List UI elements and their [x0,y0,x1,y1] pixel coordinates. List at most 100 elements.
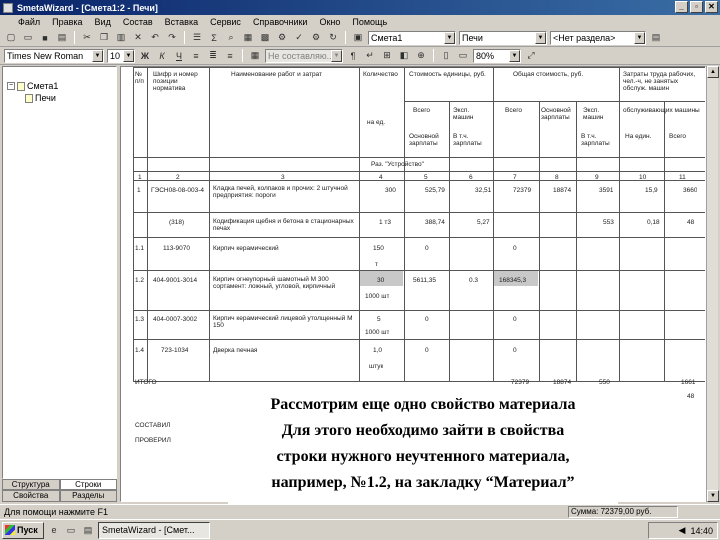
check-icon[interactable]: ✓ [292,31,306,45]
chart-icon[interactable]: ▩ [258,31,272,45]
align-center-icon[interactable]: ≣ [206,49,220,63]
merge-icon[interactable]: ⊞ [380,49,394,63]
undo-icon[interactable]: ↶ [148,31,162,45]
copy-icon[interactable]: ❐ [97,31,111,45]
find-icon[interactable]: ⌕ [224,31,238,45]
speaker-icon[interactable]: ◀ [679,525,686,536]
standard-toolbar: ▢ ▭ ■ ▤ ✂ ❐ ▥ ✕ ↶ ↷ ☰ Σ ⌕ ▦ ▩ ⚙ ✓ ⚙ ↻ ▣ … [0,29,720,47]
desktop-icon[interactable]: ▭ [64,523,78,537]
row-code[interactable]: (318) [169,219,184,226]
row-code[interactable]: 113-9070 [163,245,190,252]
header-sub-incl-wage2: В т.ч. зарплаты [581,133,610,147]
open-icon[interactable]: ▭ [21,31,35,45]
row-code[interactable]: 723-1034 [161,347,188,354]
menu-service[interactable]: Сервис [210,17,241,27]
row-code[interactable]: ГЭСН08-08-003-4 [151,187,209,194]
start-button[interactable]: Пуск [2,521,44,539]
tree-node-section[interactable]: Печи [25,93,56,103]
scroll-down-icon[interactable]: ▼ [707,490,719,502]
calc-icon[interactable]: ▦ [241,31,255,45]
cut-icon[interactable]: ✂ [80,31,94,45]
row-name[interactable]: Кладка печей, колпаков и прочих: 2 штучн… [213,185,357,199]
scroll-up-icon[interactable]: ▲ [707,66,719,78]
align-right-icon[interactable]: ≡ [223,49,237,63]
border-icon[interactable]: ▦ [248,49,262,63]
wrap-icon[interactable]: ↵ [363,49,377,63]
header-sub-machines: Эксп. машин [453,107,474,121]
settings-icon[interactable]: ⚙ [309,31,323,45]
row-name[interactable]: Кодификация щебня и бетона в стационарны… [213,218,357,232]
row-name[interactable]: Кирпич огнеупорный шамотный М 300 сортам… [213,276,357,290]
row-name[interactable]: Кирпич керамический [213,245,357,252]
row-unit: 0 [425,245,429,252]
zoom-icon[interactable]: ⊕ [414,49,428,63]
division-select[interactable]: <Нет раздела> ▼ [550,30,646,45]
tab-properties[interactable]: Свойства [2,490,60,502]
ie-icon[interactable]: e [47,523,61,537]
folder-icon[interactable]: ▤ [81,523,95,537]
bold-button[interactable]: Ж [138,49,152,63]
section-select[interactable]: Печи ▼ [459,30,547,45]
tools-icon[interactable]: ⚙ [275,31,289,45]
menu-compose[interactable]: Состав [123,17,153,27]
clock: 14:40 [690,525,713,536]
status-sum: Сумма: 72379,00 руб. [568,506,678,518]
print-icon[interactable]: ▤ [55,31,69,45]
font-select[interactable]: Times New Roman ▼ [4,48,104,63]
font-size-select[interactable]: 10 ▼ [107,48,135,63]
sum-icon[interactable]: Σ [207,31,221,45]
col-number: 2 [176,174,180,181]
fit-icon[interactable]: ⤢ [524,49,538,63]
collapse-icon[interactable]: − [7,82,15,90]
color-icon[interactable]: ◧ [397,49,411,63]
row-code[interactable]: 404-9001-3014 [153,277,209,284]
row-no: 1.3 [135,316,145,323]
tree-node-estimate[interactable]: − Смета1 [7,81,58,91]
paste-icon[interactable]: ▥ [114,31,128,45]
row-mach: 0.3 [469,277,479,284]
tab-sections[interactable]: Разделы [59,490,117,502]
zoom-select[interactable]: 80% ▼ [473,48,521,63]
insert-row-icon[interactable]: ☰ [190,31,204,45]
align-left-icon[interactable]: ≡ [189,49,203,63]
row-code[interactable]: 404-0007-3002 [153,316,209,323]
vertical-scrollbar[interactable]: ▲ ▼ [706,66,719,502]
menu-window[interactable]: Окно [319,17,340,27]
minimize-button[interactable]: _ [675,1,688,13]
style-select[interactable]: Не составляю... ▼ [265,48,343,63]
caption-line: например, №1.2, на закладку “Материал” [271,474,575,491]
tab-structure[interactable]: Структура [2,479,60,490]
properties-icon[interactable]: ▣ [351,31,365,45]
row-name[interactable]: Кирпич керамический лицевой утолщенный М… [213,315,357,329]
signer-composed: СОСТАВИЛ [135,422,171,429]
menu-insert[interactable]: Вставка [165,17,198,27]
estimate-select[interactable]: Смета1 ▼ [368,30,456,45]
menu-file[interactable]: Файл [18,17,40,27]
col-number: 8 [555,174,559,181]
save-icon[interactable]: ■ [38,31,52,45]
redo-icon[interactable]: ↷ [165,31,179,45]
underline-button[interactable]: Ч [172,49,186,63]
preview-icon[interactable]: ▭ [456,49,470,63]
header-sub-basic: Основной зарплаты [541,107,571,121]
refresh-icon[interactable]: ↻ [326,31,340,45]
italic-button[interactable]: К [155,49,169,63]
nav-icon[interactable]: ▤ [649,31,663,45]
new-icon[interactable]: ▢ [4,31,18,45]
maximize-button[interactable]: ▫ [690,1,703,13]
page-icon[interactable]: ▯ [439,49,453,63]
row-no: 1 [137,187,141,194]
menu-help[interactable]: Помощь [352,17,387,27]
delete-icon[interactable]: ✕ [131,31,145,45]
row-mach: 5,27 [477,219,490,226]
status-bar: Для помощи нажмите F1 Сумма: 72379,00 ру… [0,504,720,518]
taskbar-app-button[interactable]: SmetaWizard - [Смет... [98,521,210,539]
tab-rows[interactable]: Строки [59,479,117,490]
row-name[interactable]: Дверка печная [213,347,357,354]
row-mmach: 3591 [599,187,614,194]
close-button[interactable]: ✕ [705,1,718,13]
menu-edit[interactable]: Правка [52,17,82,27]
menu-references[interactable]: Справочники [253,17,308,27]
menu-view[interactable]: Вид [95,17,111,27]
format-icon[interactable]: ¶ [346,49,360,63]
